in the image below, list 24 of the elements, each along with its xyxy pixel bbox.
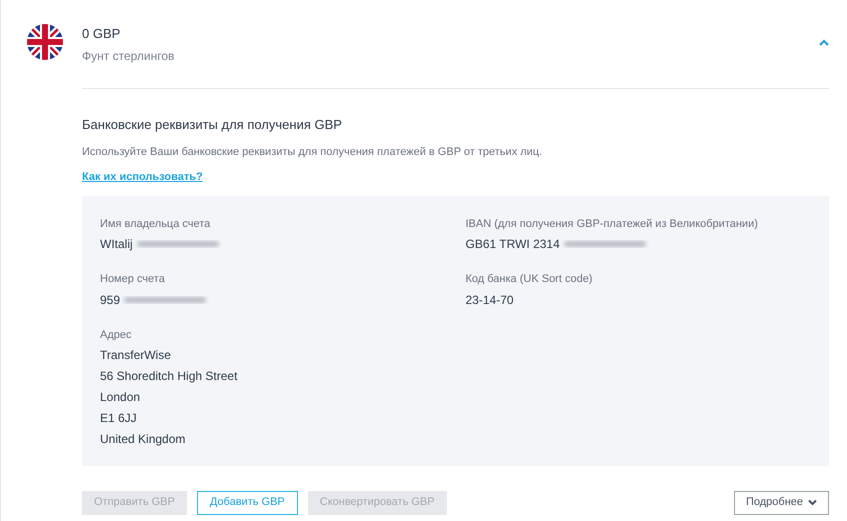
section-description: Используйте Ваши банковские реквизиты для получения платежей в GBP от третьих лиц. xyxy=(82,145,544,160)
field-label: IBAN (для получения GBP-платежей из Великобритании) xyxy=(466,216,759,232)
address-line: E1 6JJ xyxy=(100,410,138,427)
address-line: 56 Shoreditch High Street xyxy=(100,368,238,385)
address-line: United Kingdom xyxy=(100,431,186,448)
help-link[interactable]: Как их использовать? xyxy=(82,168,203,185)
field-label: Имя владельца счета xyxy=(100,216,212,232)
field-label: Код банка (UK Sort code) xyxy=(466,272,594,287)
action-button[interactable]: Добавить GBP xyxy=(196,490,298,514)
field-value: WItalij xyxy=(100,236,133,253)
section-title: Банковские реквизиты для получения GBP xyxy=(82,116,343,134)
uk-flag-icon xyxy=(27,24,63,60)
address-line: TransferWise xyxy=(100,347,172,364)
address-line: London xyxy=(100,389,142,406)
field-value: 23-14-70 xyxy=(466,292,514,308)
field-label: Номер счета xyxy=(100,272,166,287)
chevron-up-icon[interactable] xyxy=(819,39,829,47)
chevron-down-icon xyxy=(808,499,817,506)
field-value: 959 xyxy=(100,292,120,308)
currency-name: Фунт стерлингов xyxy=(82,48,176,64)
currency-amount: 0 GBP xyxy=(82,25,122,43)
more-button[interactable]: Подробнее xyxy=(734,490,829,514)
field-label: Адрес xyxy=(100,328,132,342)
field-value: GB61 TRWI 2314 xyxy=(466,236,560,253)
